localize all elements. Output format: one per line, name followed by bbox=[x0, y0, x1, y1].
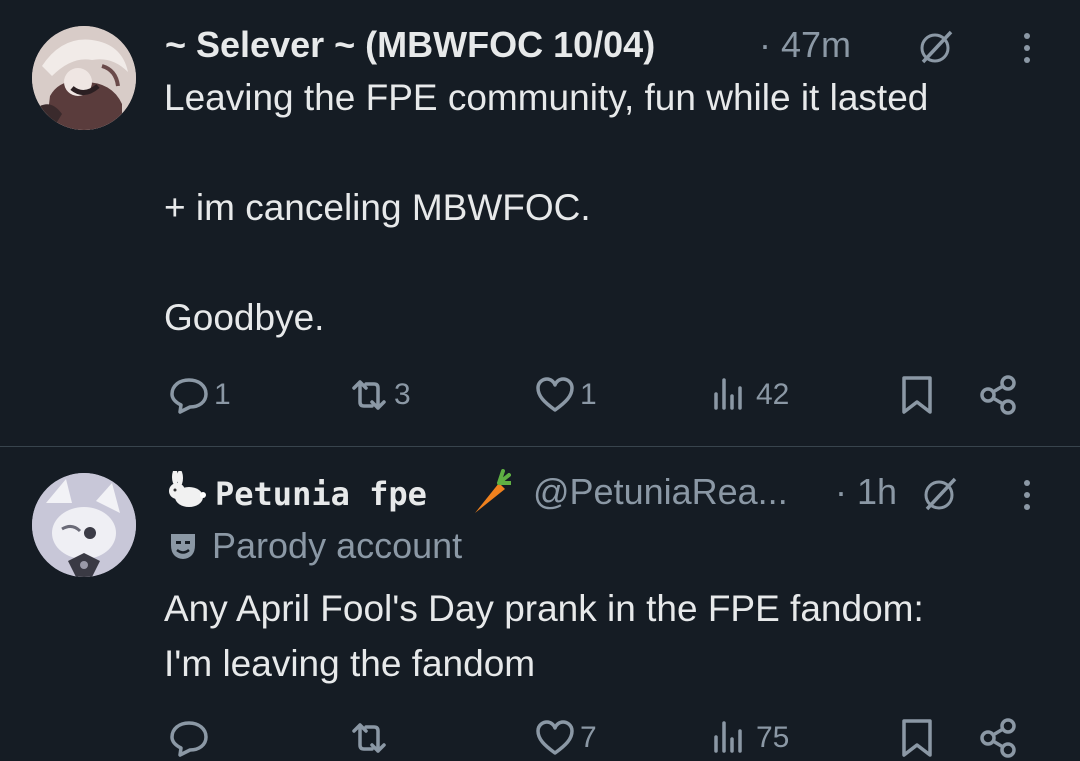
avatar[interactable] bbox=[32, 26, 136, 130]
views-button[interactable]: 42 bbox=[710, 374, 789, 416]
repost-button[interactable] bbox=[348, 717, 394, 759]
parody-badge: Parody account bbox=[168, 525, 462, 567]
avatar[interactable] bbox=[32, 473, 136, 577]
reply-button[interactable] bbox=[168, 717, 214, 759]
repost-count: 3 bbox=[394, 378, 411, 411]
share-button[interactable] bbox=[978, 717, 1020, 759]
bookmark-icon bbox=[902, 719, 932, 757]
more-options-icon[interactable] bbox=[1021, 30, 1033, 66]
like-count: 7 bbox=[580, 721, 597, 754]
tweet-header: ~ Selever ~ (MBWFOC 10/04) · 47m bbox=[165, 24, 1050, 66]
bookmark-button[interactable] bbox=[896, 374, 938, 416]
handle[interactable]: @PetuniaRea... bbox=[533, 471, 788, 513]
views-icon bbox=[714, 378, 742, 410]
reply-button[interactable]: 1 bbox=[168, 374, 231, 416]
tweet-actions: 7 75 bbox=[164, 717, 1050, 761]
tweet-actions: 1 3 1 42 bbox=[164, 374, 1050, 418]
share-icon bbox=[980, 375, 1016, 415]
heart-icon bbox=[536, 377, 574, 412]
tweet-text: Any April Fool's Day prank in the FPE fa… bbox=[164, 588, 924, 684]
parody-label: Parody account bbox=[212, 525, 463, 566]
timestamp[interactable]: · 1h bbox=[835, 471, 897, 513]
rabbit-emoji bbox=[165, 469, 209, 516]
grok-icon[interactable] bbox=[917, 28, 955, 66]
share-button[interactable] bbox=[978, 374, 1020, 416]
heart-icon bbox=[536, 720, 574, 755]
timestamp[interactable]: · 47m bbox=[759, 24, 851, 66]
repost-icon bbox=[352, 380, 386, 410]
repost-button[interactable]: 3 bbox=[348, 374, 411, 416]
tweet[interactable]: Petunia fpe @PetuniaRea... · 1h Parody a… bbox=[0, 447, 1080, 761]
tweet-text: Leaving the FPE community, fun while it … bbox=[164, 77, 929, 338]
display-name[interactable]: Petunia fpe bbox=[215, 475, 427, 513]
view-count: 75 bbox=[756, 721, 790, 754]
bookmark-icon bbox=[902, 376, 932, 414]
like-count: 1 bbox=[580, 378, 597, 411]
theater-mask-icon bbox=[171, 534, 195, 559]
grok-icon[interactable] bbox=[921, 475, 959, 513]
bookmark-button[interactable] bbox=[896, 717, 938, 759]
view-count: 42 bbox=[756, 378, 790, 411]
reply-icon bbox=[170, 721, 208, 757]
views-button[interactable]: 75 bbox=[710, 717, 789, 759]
share-icon bbox=[980, 718, 1016, 758]
tweet[interactable]: ~ Selever ~ (MBWFOC 10/04) · 47m Leaving… bbox=[0, 0, 1080, 446]
display-name[interactable]: ~ Selever ~ (MBWFOC 10/04) bbox=[165, 24, 655, 66]
more-options-icon[interactable] bbox=[1021, 477, 1033, 513]
reply-count: 1 bbox=[214, 378, 231, 411]
views-icon bbox=[714, 721, 742, 753]
tweet-header: Petunia fpe @PetuniaRea... · 1h bbox=[165, 469, 1050, 513]
carrot-emoji bbox=[469, 469, 513, 520]
like-button[interactable]: 7 bbox=[534, 717, 597, 759]
like-button[interactable]: 1 bbox=[534, 374, 597, 416]
repost-icon bbox=[352, 723, 386, 753]
reply-icon bbox=[170, 378, 208, 414]
